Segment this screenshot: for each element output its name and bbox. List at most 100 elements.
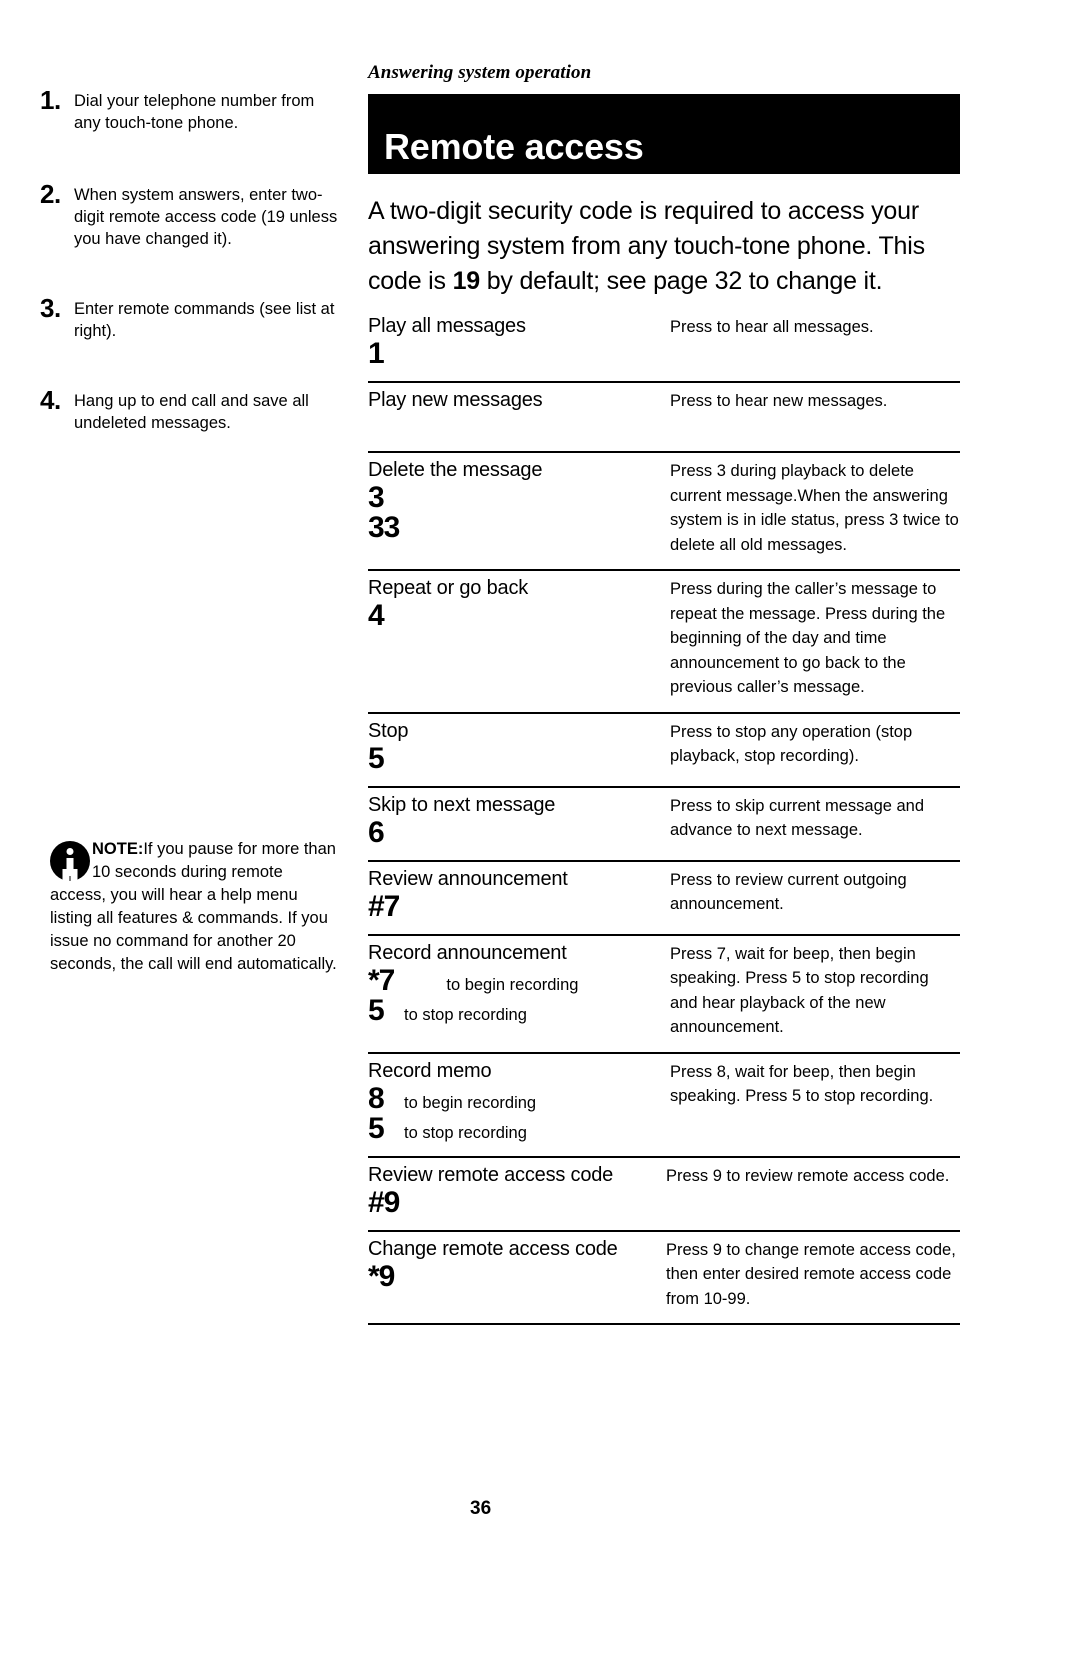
key-caption: to begin recording: [404, 1093, 537, 1112]
key-glyph: 5: [368, 741, 385, 775]
command-cell: Review announcement #7: [368, 860, 666, 936]
command-cell: Change remote access code *9: [368, 1230, 666, 1325]
page-number: 36: [470, 1498, 492, 1519]
key-line: #7: [368, 889, 658, 923]
command-description: Press 7, wait for beep, then begin speak…: [666, 934, 960, 1054]
command-name: Review remote access code: [368, 1163, 614, 1186]
command-keys: 5: [368, 741, 658, 775]
table-row: Record memo 8 to begin recording 5 to st…: [368, 1052, 960, 1158]
command-name: Stop: [368, 719, 409, 742]
default-code-value: 19: [452, 267, 481, 295]
command-keys: *7 to begin recording 5 to stop recordin…: [368, 963, 658, 1026]
key-line: 6: [368, 815, 658, 849]
key-line: 3: [368, 483, 658, 513]
key-line: 5: [368, 741, 658, 775]
key-glyph: 6: [368, 815, 385, 849]
key-glyph: *7: [368, 963, 395, 997]
key-line: [368, 413, 658, 439]
key-glyph: 4: [368, 599, 385, 632]
step-number: 1.: [40, 85, 61, 115]
command-cell: Record memo 8 to begin recording 5 to st…: [368, 1052, 666, 1158]
command-cell: Repeat or go back 4: [368, 570, 666, 714]
running-head: Answering system operation: [368, 62, 592, 83]
command-description: Press to stop any operation (stop playba…: [666, 712, 960, 788]
step-text: Enter remote commands (see list at right…: [74, 300, 335, 340]
page-title: Remote access: [384, 126, 644, 167]
table-row: Repeat or go back 4 Press during the cal…: [368, 570, 960, 714]
command-description: Press 8, wait for beep, then begin speak…: [666, 1052, 960, 1158]
key-line: 5 to stop recording: [368, 995, 658, 1026]
command-cell: Play all messages 1: [368, 313, 666, 383]
command-cell: Delete the message 3 33: [368, 452, 666, 571]
key-glyph: 33: [368, 511, 400, 544]
key-line: *9: [368, 1259, 658, 1293]
info-icon: [50, 841, 90, 881]
key-line: 4: [368, 601, 658, 631]
key-caption: to stop recording: [404, 1005, 527, 1024]
command-keys: #7: [368, 889, 658, 923]
key-caption: to begin recording: [446, 975, 579, 994]
key-glyph: *9: [368, 1259, 395, 1293]
key-line: 8 to begin recording: [368, 1083, 658, 1114]
list-item: 4. Hang up to end call and save all unde…: [40, 385, 345, 434]
intro-part-3: by default; see page 32 to change it.: [479, 267, 883, 295]
remote-commands-table: Play all messages 1 Press to hear all me…: [368, 313, 960, 1325]
section-banner: Remote access: [368, 94, 960, 174]
command-description: Press during the caller’s message to rep…: [666, 570, 960, 714]
command-keys: *9: [368, 1259, 658, 1293]
main-content: Answering system operation Remote access…: [368, 62, 960, 1325]
key-line: 1: [368, 339, 658, 369]
step-text: Hang up to end call and save all undelet…: [74, 392, 309, 432]
command-cell: Skip to next message 6: [368, 786, 666, 862]
command-description: Press 9 to review remote access code.: [666, 1156, 960, 1232]
command-description: Press to hear new messages.: [666, 382, 960, 453]
step-number: 2.: [40, 179, 61, 209]
command-keys: [368, 413, 658, 439]
command-keys: #9: [368, 1185, 658, 1219]
table-row: Stop 5 Press to stop any operation (stop…: [368, 712, 960, 788]
note-label: NOTE:: [92, 840, 144, 858]
key-line: #9: [368, 1185, 658, 1219]
command-keys: 1: [368, 339, 658, 369]
note-callout: NOTE:If you pause for more than 10 secon…: [50, 838, 340, 976]
table-row: Delete the message 3 33 Press 3 during p…: [368, 452, 960, 571]
command-name: Repeat or go back: [368, 577, 529, 599]
list-item: 1. Dial your telephone number from any t…: [40, 85, 345, 134]
table-row: Record announcement *7 to begin recordin…: [368, 934, 960, 1054]
list-item: 3. Enter remote commands (see list at ri…: [40, 293, 345, 342]
command-name: Review announcement: [368, 867, 568, 890]
command-description: Press to review current outgoing announc…: [666, 860, 960, 936]
key-glyph: #7: [368, 889, 400, 923]
key-glyph: 1: [368, 337, 385, 370]
command-description: Press 9 to change remote access code, th…: [666, 1230, 960, 1325]
note-body: NOTE:If you pause for more than 10 secon…: [50, 838, 340, 976]
key-glyph: 3: [368, 481, 385, 514]
command-description: Press 3 during playback to delete curren…: [666, 452, 960, 571]
key-glyph: #9: [368, 1185, 400, 1219]
table-row: Review announcement #7 Press to review c…: [368, 860, 960, 936]
table-row: Play new messages Press to hear new mess…: [368, 382, 960, 453]
command-name: Delete the message: [368, 459, 543, 481]
step-text: Dial your telephone number from any touc…: [74, 92, 315, 132]
command-keys: 6: [368, 815, 658, 849]
command-name: Play all messages: [368, 315, 526, 337]
table-row: Play all messages 1 Press to hear all me…: [368, 313, 960, 383]
key-line: *7 to begin recording: [368, 963, 658, 997]
step-number: 4.: [40, 385, 61, 415]
command-cell: Record announcement *7 to begin recordin…: [368, 934, 666, 1054]
command-cell: Stop 5: [368, 712, 666, 788]
key-caption: to stop recording: [404, 1123, 527, 1142]
command-name: Play new messages: [368, 389, 543, 411]
command-name: Skip to next message: [368, 793, 556, 816]
list-item: 2. When system answers, enter two-digit …: [40, 179, 345, 250]
step-text: When system answers, enter two-digit rem…: [74, 186, 338, 248]
procedure-steps-list: 1. Dial your telephone number from any t…: [40, 85, 345, 482]
command-name: Record memo: [368, 1059, 492, 1082]
command-cell: Review remote access code #9: [368, 1156, 666, 1232]
note-text: If you pause for more than 10 seconds du…: [50, 840, 337, 973]
step-number: 3.: [40, 293, 61, 323]
key-line: 5 to stop recording: [368, 1113, 658, 1144]
command-description: Press to hear all messages.: [666, 313, 960, 383]
command-keys: 3 33: [368, 483, 658, 543]
command-cell: Play new messages: [368, 382, 666, 453]
